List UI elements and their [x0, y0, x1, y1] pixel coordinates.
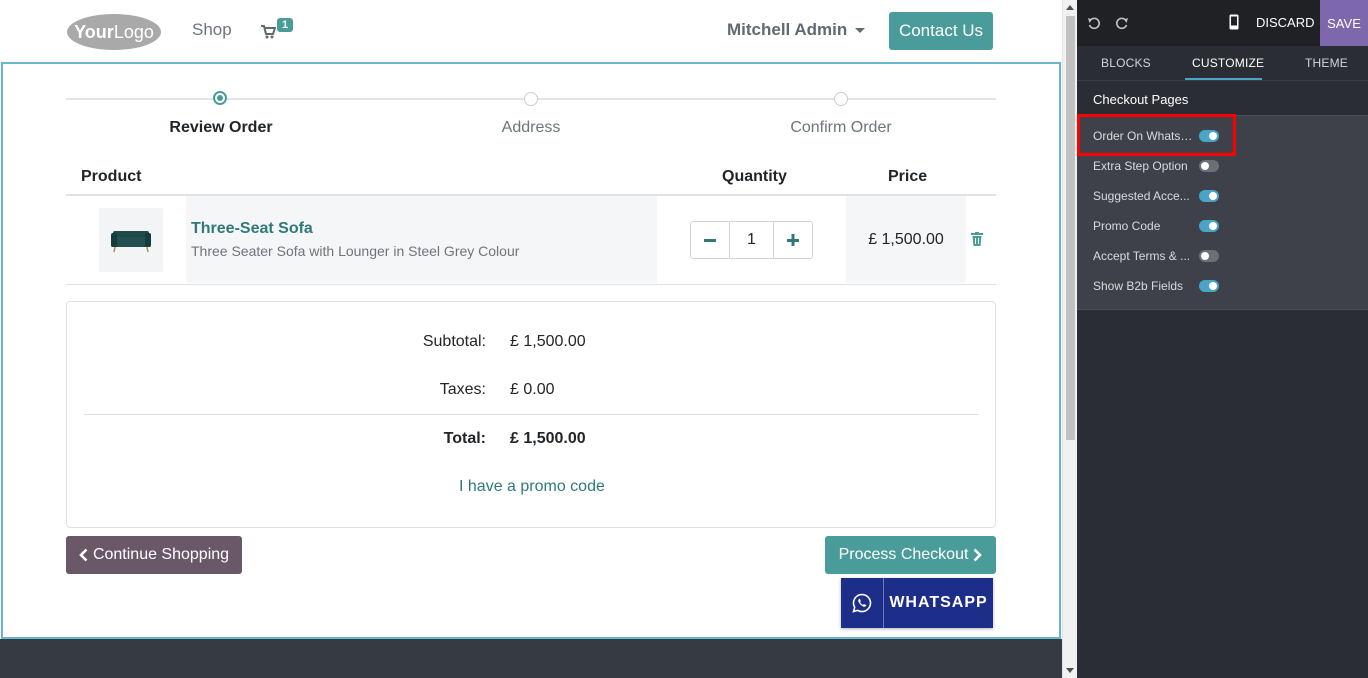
option-label: Show B2b Fields [1093, 279, 1184, 293]
active-tab-underline [1185, 78, 1262, 80]
option-label: Accept Terms & ... [1093, 249, 1191, 263]
undo-icon[interactable] [1087, 16, 1101, 30]
checkout-options-list: Order On Whatsa... Extra Step Option Sug… [1077, 115, 1368, 310]
quantity-input[interactable]: 1 [729, 222, 774, 258]
contact-us-button[interactable]: Contact Us [889, 12, 993, 50]
minus-icon [704, 239, 716, 242]
logo-text-logo: Logo [114, 22, 154, 42]
taxes-value: £ 0.00 [510, 381, 555, 398]
toggle-switch[interactable] [1199, 280, 1219, 292]
whatsapp-icon [841, 578, 884, 628]
quantity-decrease-button[interactable] [691, 222, 729, 258]
option-order-on-whatsapp: Order On Whatsa... [1093, 126, 1353, 146]
row-shade-product [186, 196, 657, 283]
chevron-down-icon [855, 28, 866, 33]
wizard-step-dot-address [524, 92, 538, 106]
toggle-switch[interactable] [1199, 250, 1219, 262]
page-footer [0, 639, 1062, 678]
scrollbar-thumb[interactable] [1066, 16, 1075, 440]
logo[interactable]: YourLogo [66, 12, 162, 52]
quantity-increase-button[interactable] [774, 222, 812, 258]
section-title-checkout-pages: Checkout Pages [1093, 92, 1189, 107]
promo-code-link[interactable]: I have a promo code [459, 478, 605, 496]
option-label: Extra Step Option [1093, 159, 1188, 173]
column-header-quantity: Quantity [722, 168, 787, 185]
tab-customize[interactable]: CUSTOMIZE [1192, 56, 1264, 70]
process-checkout-label: Process Checkout [838, 546, 969, 563]
toggle-switch[interactable] [1199, 160, 1219, 172]
mobile-preview-icon[interactable] [1229, 14, 1239, 30]
column-header-price: Price [888, 168, 928, 185]
plus-icon [787, 234, 799, 246]
product-description: Three Seater Sofa with Lounger in Steel … [191, 243, 520, 259]
scroll-down-arrow-icon[interactable] [1066, 668, 1074, 673]
editor-panel: DISCARD SAVE BLOCKS CUSTOMIZE THEME Chec… [1077, 0, 1368, 678]
option-promo-code: Promo Code [1093, 216, 1353, 236]
option-label: Promo Code [1093, 219, 1161, 233]
page-scrollbar[interactable] [1062, 0, 1077, 678]
option-extra-step: Extra Step Option [1093, 156, 1353, 176]
svg-text:YourLogo: YourLogo [74, 22, 154, 42]
website-viewport: YourLogo Shop 1 Mitchell Admin Contact U… [0, 0, 1062, 678]
wizard-step-dot-confirm [834, 92, 848, 106]
totals-divider [84, 414, 979, 415]
option-accept-terms: Accept Terms & ... [1093, 246, 1353, 266]
column-header-product: Product [81, 168, 142, 185]
tab-blocks[interactable]: BLOCKS [1101, 56, 1151, 70]
nav-shop-link[interactable]: Shop [192, 20, 232, 40]
total-value: £ 1,500.00 [510, 430, 586, 447]
trash-icon[interactable] [971, 232, 983, 246]
sofa-icon [111, 231, 151, 253]
option-label: Suggested Acce... [1093, 189, 1190, 203]
continue-shopping-button[interactable]: Continue Shopping [66, 536, 242, 574]
editor-tabs: BLOCKS CUSTOMIZE THEME [1077, 46, 1368, 81]
product-price: £ 1,500.00 [868, 231, 944, 248]
tab-theme[interactable]: THEME [1305, 56, 1348, 70]
toggle-switch[interactable] [1199, 130, 1219, 142]
continue-shopping-label: Continue Shopping [92, 546, 230, 563]
cart-icon [261, 25, 276, 39]
whatsapp-label: WHATSAPP [889, 594, 988, 611]
option-suggested-accessories: Suggested Acce... [1093, 186, 1353, 206]
discard-button[interactable]: DISCARD [1256, 15, 1315, 30]
subtotal-label: Subtotal: [422, 333, 486, 350]
user-name: Mitchell Admin [727, 20, 848, 39]
redo-icon[interactable] [1115, 16, 1129, 30]
option-show-b2b-fields: Show B2b Fields [1093, 276, 1353, 296]
chevron-right-icon [974, 548, 983, 562]
process-checkout-button[interactable]: Process Checkout [825, 536, 996, 574]
save-button[interactable]: SAVE [1320, 0, 1368, 46]
editor-toolbar: DISCARD SAVE [1077, 0, 1368, 46]
wizard-step-confirm-order[interactable]: Confirm Order [790, 119, 891, 137]
whatsapp-order-button[interactable]: WHATSAPP [841, 578, 993, 628]
taxes-label: Taxes: [439, 381, 486, 398]
cart-link[interactable]: 1 [260, 18, 294, 40]
user-menu[interactable]: Mitchell Admin [727, 20, 866, 40]
product-image[interactable] [99, 208, 163, 272]
subtotal-value: £ 1,500.00 [510, 333, 586, 350]
cart-count-badge: 1 [277, 18, 294, 32]
toggle-switch[interactable] [1199, 190, 1219, 202]
table-row-divider [66, 284, 996, 285]
logo-text-your: Your [74, 22, 114, 42]
wizard-step-address[interactable]: Address [502, 119, 561, 137]
product-name-link[interactable]: Three-Seat Sofa [191, 220, 313, 238]
wizard-step-review-order[interactable]: Review Order [169, 119, 272, 137]
chevron-left-icon [79, 548, 88, 562]
total-label: Total: [443, 430, 486, 447]
toggle-switch[interactable] [1199, 220, 1219, 232]
option-label: Order On Whatsa... [1093, 129, 1197, 143]
quantity-stepper: 1 [690, 221, 813, 259]
scroll-up-arrow-icon[interactable] [1066, 5, 1074, 10]
wizard-step-dot-review [213, 91, 227, 105]
